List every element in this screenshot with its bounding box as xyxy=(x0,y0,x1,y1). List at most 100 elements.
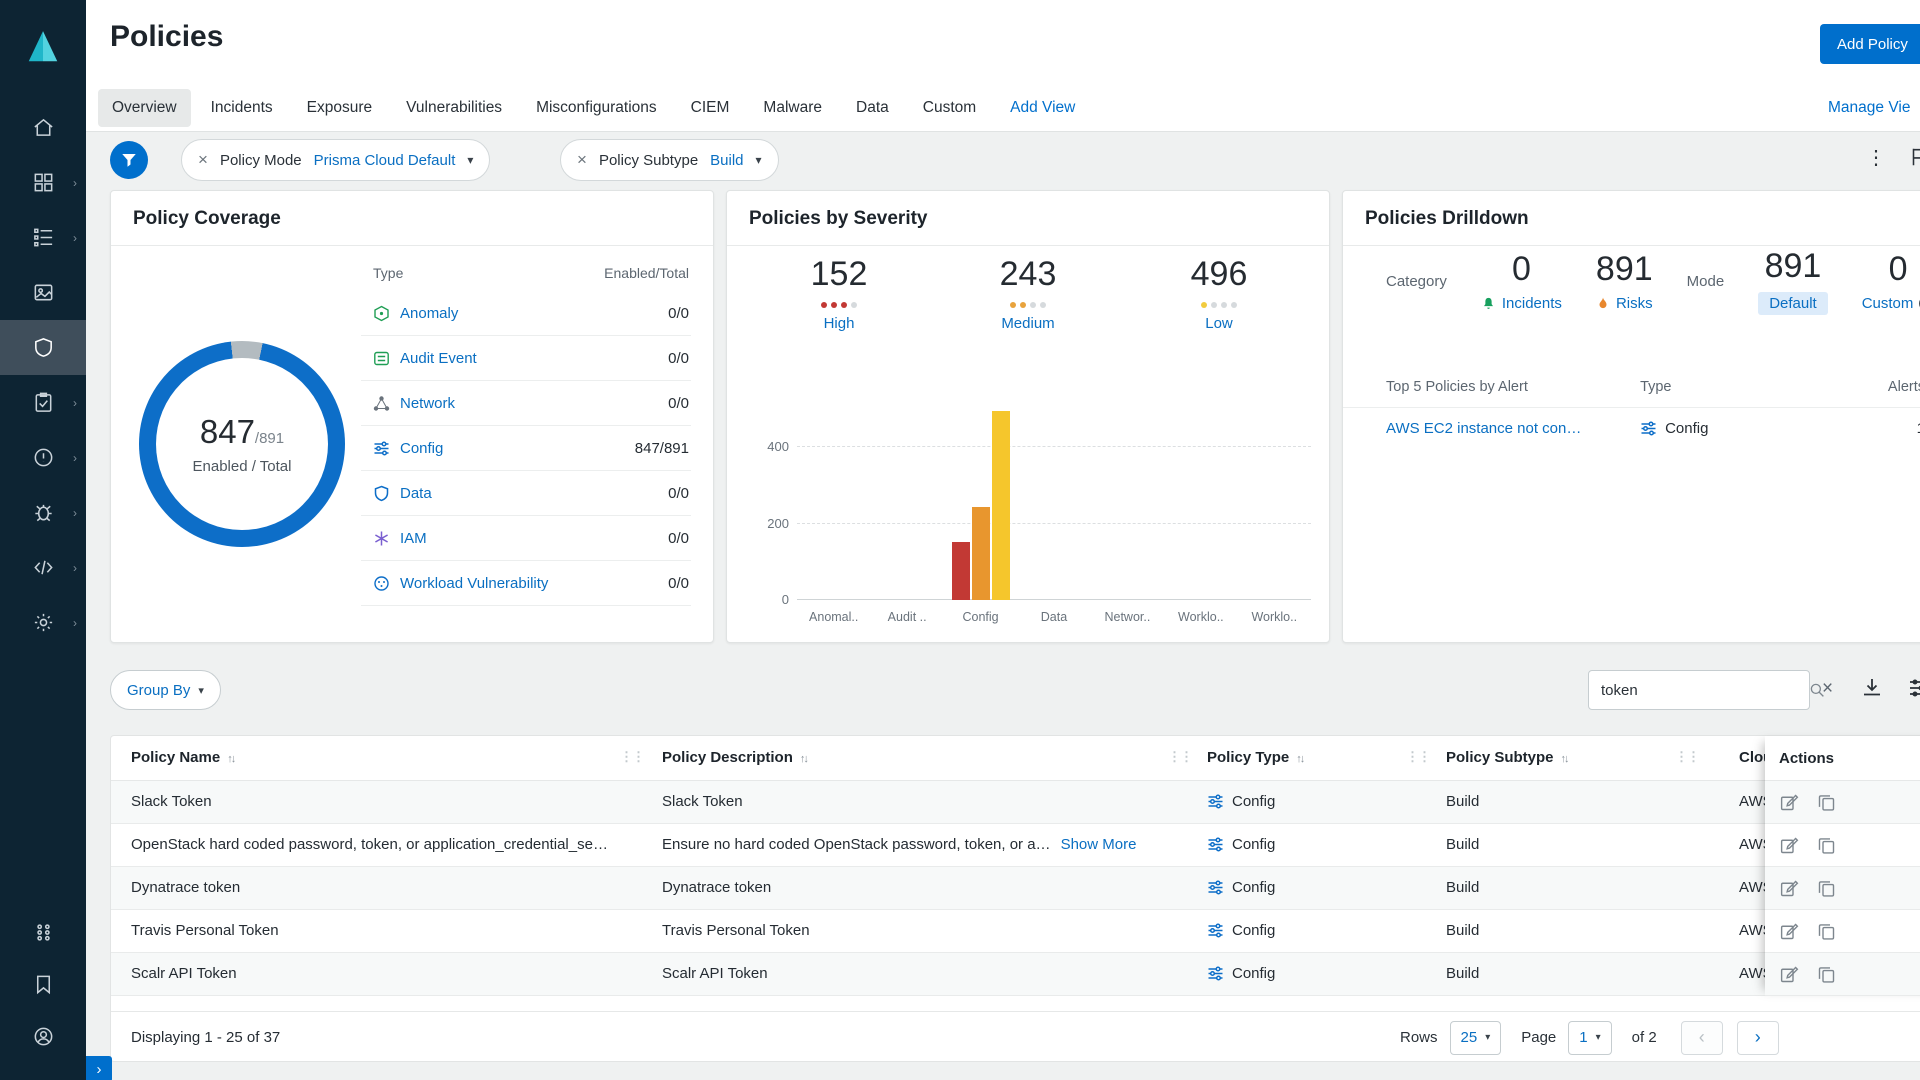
policy-name-cell[interactable]: OpenStack hard coded password, token, or… xyxy=(131,836,608,853)
sidebar-item-alerts[interactable]: › xyxy=(0,430,86,485)
rows-per-page-select[interactable]: 25▾ xyxy=(1450,1021,1502,1055)
sidebar-item-saved-views[interactable] xyxy=(0,958,86,1010)
column-header-policy-description[interactable]: Policy Description↑↓ xyxy=(662,749,807,766)
sort-icon[interactable]: ↑↓ xyxy=(1561,753,1568,765)
column-resize-handle[interactable]: ⋮⋮ xyxy=(1168,749,1192,765)
tab-malware[interactable]: Malware xyxy=(749,89,836,127)
download-icon[interactable] xyxy=(1860,676,1884,700)
search-input[interactable] xyxy=(1589,682,1808,699)
default-mode-chip[interactable]: Default xyxy=(1758,292,1828,315)
clear-search-icon[interactable]: × xyxy=(1822,678,1833,700)
flag-icon[interactable] xyxy=(1908,146,1920,168)
table-row[interactable]: OpenStack hard coded password, token, or… xyxy=(111,824,1920,867)
coverage-type-link[interactable]: Workload Vulnerability xyxy=(400,575,548,592)
sort-icon[interactable]: ↑↓ xyxy=(800,753,807,765)
policy-type-cell: Config xyxy=(1207,793,1275,810)
sort-icon[interactable]: ↑↓ xyxy=(227,753,234,765)
next-page-button[interactable]: › xyxy=(1737,1021,1779,1055)
tab-ciem[interactable]: CIEM xyxy=(677,89,744,127)
manage-views-link[interactable]: Manage Vie xyxy=(1828,99,1910,117)
policy-link[interactable]: AWS EC2 instance not con… xyxy=(1386,420,1581,437)
sidebar-item-policies[interactable]: › xyxy=(0,210,86,265)
remove-filter-icon[interactable]: × xyxy=(198,150,208,170)
policy-name-cell[interactable]: Scalr API Token xyxy=(131,965,237,982)
remove-filter-icon[interactable]: × xyxy=(577,150,587,170)
column-header-policy-type[interactable]: Policy Type↑↓ xyxy=(1207,749,1303,766)
prisma-cloud-logo-icon[interactable] xyxy=(24,28,62,66)
table-row[interactable]: Slack Token Slack Token Config Build AWS xyxy=(111,781,1920,824)
sidebar-item-home[interactable] xyxy=(0,100,86,155)
coverage-type-link[interactable]: Anomaly xyxy=(400,305,458,322)
page-select[interactable]: 1▾ xyxy=(1568,1021,1611,1055)
more-options-icon[interactable]: ⋮ xyxy=(1866,145,1886,170)
risks-link[interactable]: Risks xyxy=(1616,295,1653,312)
table-row[interactable]: Dynatrace token Dynatrace token Config B… xyxy=(111,867,1920,910)
clone-icon[interactable] xyxy=(1816,835,1837,856)
chevron-down-icon[interactable]: ▾ xyxy=(467,153,473,167)
column-header-policy-name[interactable]: Policy Name↑↓ xyxy=(131,749,234,766)
group-by-button[interactable]: Group By ▾ xyxy=(110,670,221,710)
filter-button[interactable] xyxy=(110,141,148,179)
medium-link[interactable]: Medium xyxy=(1001,315,1054,332)
tab-custom[interactable]: Custom xyxy=(909,89,990,127)
tab-exposure[interactable]: Exposure xyxy=(293,89,386,127)
coverage-type-link[interactable]: Data xyxy=(400,485,432,502)
sidebar-item-profile[interactable] xyxy=(0,1010,86,1062)
filter-chip-value[interactable]: Build xyxy=(710,152,743,169)
column-settings-icon[interactable] xyxy=(1906,676,1920,700)
edit-icon[interactable] xyxy=(1779,878,1800,899)
policy-name-cell[interactable]: Slack Token xyxy=(131,793,212,810)
chevron-right-icon: › xyxy=(73,506,77,520)
edit-icon[interactable] xyxy=(1779,964,1800,985)
content-area: × Policy Mode Prisma Cloud Default ▾ × P… xyxy=(86,132,1920,1080)
clone-icon[interactable] xyxy=(1816,964,1837,985)
clone-icon[interactable] xyxy=(1816,878,1837,899)
sort-icon[interactable]: ↑↓ xyxy=(1296,753,1303,765)
clone-icon[interactable] xyxy=(1816,792,1837,813)
custom-mode-link[interactable]: Custom xyxy=(1862,295,1914,312)
tab-vulnerabilities[interactable]: Vulnerabilities xyxy=(392,89,516,127)
tab-overview[interactable]: Overview xyxy=(98,89,191,127)
incidents-link[interactable]: Incidents xyxy=(1502,295,1562,312)
filter-chip-value[interactable]: Prisma Cloud Default xyxy=(314,152,456,169)
sidebar-item-governance[interactable] xyxy=(0,320,86,375)
card-title: Policies by Severity xyxy=(727,191,1329,230)
low-link[interactable]: Low xyxy=(1205,315,1233,332)
tab-misconfigurations[interactable]: Misconfigurations xyxy=(522,89,671,127)
column-header-policy-subtype[interactable]: Policy Subtype↑↓ xyxy=(1446,749,1568,766)
high-link[interactable]: High xyxy=(824,315,855,332)
sidebar-item-apps[interactable] xyxy=(0,906,86,958)
show-more-link[interactable]: Show More xyxy=(1061,836,1137,853)
sidebar-item-inventory[interactable] xyxy=(0,265,86,320)
column-resize-handle[interactable]: ⋮⋮ xyxy=(620,749,644,765)
coverage-type-link[interactable]: Config xyxy=(400,440,443,457)
sidebar-item-vulnerabilities[interactable]: › xyxy=(0,485,86,540)
sidebar-item-settings[interactable]: › xyxy=(0,595,86,650)
policy-name-cell[interactable]: Travis Personal Token xyxy=(131,922,279,939)
previous-page-button[interactable]: ‹ xyxy=(1681,1021,1723,1055)
clone-icon[interactable] xyxy=(1816,921,1837,942)
coverage-type-link[interactable]: Network xyxy=(400,395,455,412)
policy-subtype-cell: Build xyxy=(1446,836,1479,853)
column-resize-handle[interactable]: ⋮⋮ xyxy=(1406,749,1430,765)
add-policy-button[interactable]: Add Policy xyxy=(1820,24,1920,64)
sidebar-item-application-security[interactable]: › xyxy=(0,540,86,595)
tab-data[interactable]: Data xyxy=(842,89,903,127)
coverage-type-link[interactable]: IAM xyxy=(400,530,427,547)
edit-icon[interactable] xyxy=(1779,792,1800,813)
coverage-type-link[interactable]: Audit Event xyxy=(400,350,477,367)
table-row[interactable]: Travis Personal Token Travis Personal To… xyxy=(111,910,1920,953)
table-row[interactable]: Scalr API Token Scalr API Token Config B… xyxy=(111,953,1920,996)
tab-incidents[interactable]: Incidents xyxy=(197,89,287,127)
sidebar-item-compliance[interactable]: › xyxy=(0,375,86,430)
sidebar-expand-handle[interactable]: › xyxy=(86,1056,112,1080)
chevron-down-icon[interactable]: ▾ xyxy=(756,153,762,167)
edit-icon[interactable] xyxy=(1779,921,1800,942)
add-view-button[interactable]: Add View xyxy=(996,89,1089,127)
sidebar-item-dashboards[interactable]: › xyxy=(0,155,86,210)
edit-icon[interactable] xyxy=(1779,835,1800,856)
column-resize-handle[interactable]: ⋮⋮ xyxy=(1675,749,1699,765)
policy-name-cell[interactable]: Dynatrace token xyxy=(131,879,240,896)
type-header: Type xyxy=(1640,379,1829,395)
policy-type-cell: Config xyxy=(1207,879,1275,896)
